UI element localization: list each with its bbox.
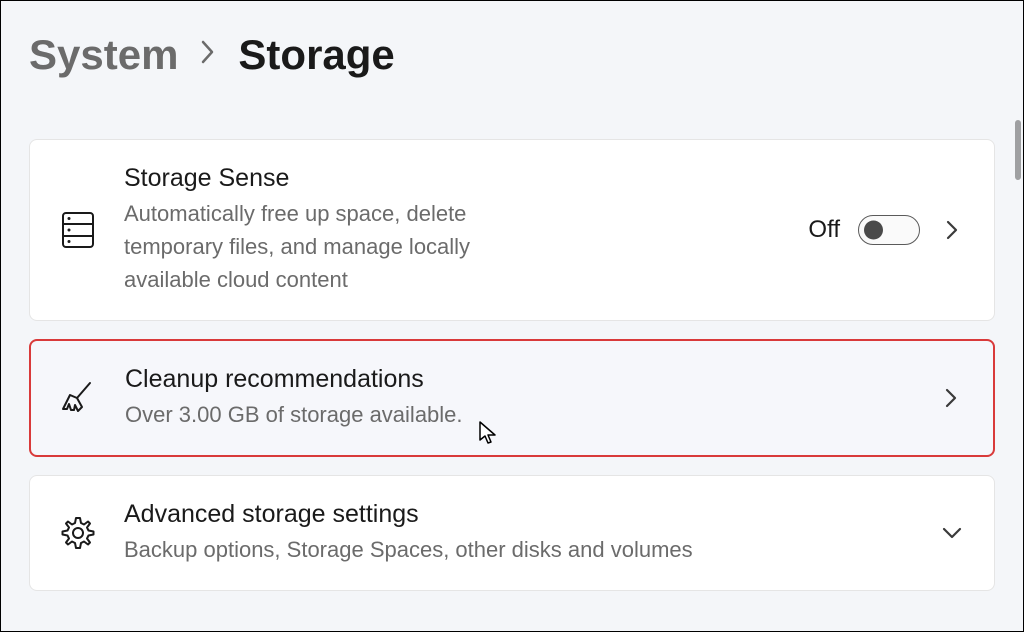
storage-sense-subtitle: Automatically free up space, delete temp…: [124, 197, 544, 296]
toggle-knob: [864, 221, 883, 240]
cleanup-recommendations-card[interactable]: Cleanup recommendations Over 3.00 GB of …: [29, 339, 995, 457]
storage-sense-toggle[interactable]: [858, 215, 920, 245]
chevron-down-icon[interactable]: [938, 519, 966, 547]
cleanup-title: Cleanup recommendations: [125, 365, 911, 394]
cleanup-subtitle: Over 3.00 GB of storage available.: [125, 398, 825, 431]
gear-icon: [58, 513, 98, 553]
advanced-storage-card[interactable]: Advanced storage settings Backup options…: [29, 475, 995, 591]
advanced-subtitle: Backup options, Storage Spaces, other di…: [124, 533, 824, 566]
breadcrumb: System Storage: [29, 31, 995, 79]
storage-sense-content: Storage Sense Automatically free up spac…: [124, 164, 782, 296]
breadcrumb-current: Storage: [238, 31, 394, 79]
advanced-title: Advanced storage settings: [124, 500, 912, 529]
storage-sense-card[interactable]: Storage Sense Automatically free up spac…: [29, 139, 995, 321]
advanced-content: Advanced storage settings Backup options…: [124, 500, 912, 566]
drive-icon: [58, 210, 98, 250]
cleanup-content: Cleanup recommendations Over 3.00 GB of …: [125, 365, 911, 431]
breadcrumb-parent[interactable]: System: [29, 31, 178, 79]
broom-icon: [59, 378, 99, 418]
storage-sense-title: Storage Sense: [124, 164, 782, 193]
chevron-right-icon[interactable]: [938, 216, 966, 244]
toggle-state-label: Off: [808, 216, 840, 244]
chevron-right-icon[interactable]: [937, 384, 965, 412]
scrollbar[interactable]: [1015, 120, 1021, 180]
chevron-right-icon: [198, 37, 218, 74]
